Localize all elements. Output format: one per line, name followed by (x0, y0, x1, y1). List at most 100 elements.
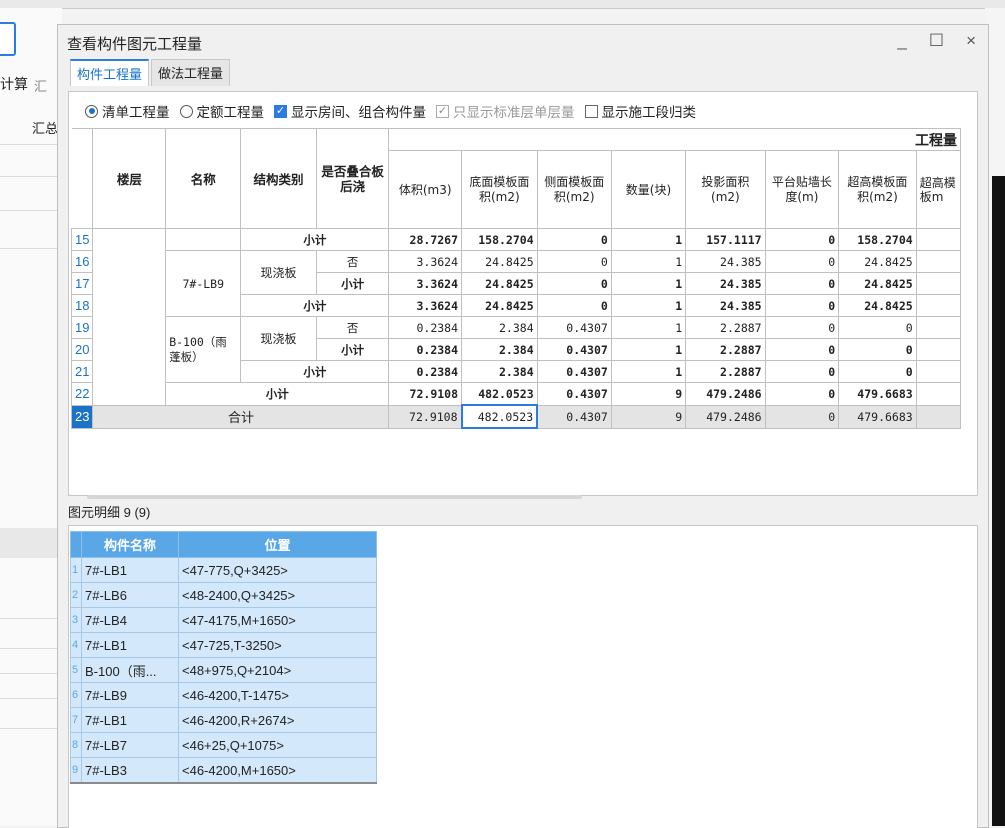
horizontal-scrollbar[interactable] (87, 495, 582, 499)
cell-qty: 9 (610, 404, 687, 429)
checkbox-show-room-label[interactable]: 显示房间、组合构件量 (291, 101, 426, 121)
detail-header-position[interactable]: 位置 (178, 531, 377, 558)
background-blue-button[interactable] (0, 22, 16, 56)
radio-quota-quantity[interactable] (179, 104, 193, 118)
table-row[interactable]: 15 小计 28.7267 158.2704 0 1 157.1117 0 15… (71, 228, 961, 406)
cell-volume: 0.2384 (388, 316, 463, 339)
cell-proj: 479.2486 (685, 382, 766, 406)
cell-qty: 1 (610, 228, 687, 251)
cell-subtotal: 小计 (240, 228, 390, 251)
detail-position: <46-4200,R+2674> (178, 707, 377, 733)
row-number: 17 (71, 272, 94, 295)
cell-wall: 0 (764, 250, 840, 273)
close-button[interactable]: × (966, 31, 976, 51)
list-item[interactable]: 6 7#-LB9 <46-4200,T-1475> (70, 682, 377, 708)
maximize-button[interactable]: ☐ (929, 31, 944, 51)
cell-bottom: 482.0523 (461, 382, 538, 406)
detail-position: <48-2400,Q+3425> (178, 582, 377, 608)
cell-volume: 3.3624 (388, 250, 463, 273)
header-struct[interactable]: 结构类别 (240, 128, 317, 229)
header-overlay[interactable]: 是否叠合板后浇 (315, 128, 390, 229)
detail-name: 7#-LB6 (81, 582, 179, 608)
row-number: 20 (71, 338, 94, 361)
cell-bottom-selected[interactable]: 482.0523 (460, 404, 539, 429)
detail-panel: 构件名称 位置 1 7#-LB1 <47-775,Q+3425> 2 7#-LB6 <4… (68, 525, 978, 828)
cell-volume: 72.9108 (388, 404, 463, 429)
cell-wall: 0 (764, 294, 840, 317)
row-number: 15 (71, 228, 94, 251)
row-number: 19 (71, 316, 94, 339)
header-super-formwork-2[interactable]: 超高模板m (915, 150, 961, 229)
cell-volume: 3.3624 (388, 272, 463, 295)
cell-bottom: 24.8425 (461, 294, 538, 317)
list-item[interactable]: 5 B-100（雨... <48+975,Q+2104> (70, 657, 377, 683)
cell-qty: 1 (610, 250, 687, 273)
header-volume[interactable]: 体积(m3) (388, 150, 463, 229)
header-wall-length[interactable]: 平台贴墙长度(m) (764, 150, 840, 229)
list-item[interactable]: 4 7#-LB1 <47-725,T-3250> (70, 632, 377, 658)
list-item[interactable]: 9 7#-LB3 <46-4200,M+1650> (70, 757, 377, 784)
table-row[interactable]: 16 7#-LB9 现浇板 否 3.3624 24.8425 0 1 24.38… (71, 250, 961, 317)
cell-volume: 28.7267 (388, 228, 463, 251)
cell-name (165, 228, 242, 251)
table-row[interactable]: 22 小计 72.9108 482.0523 0.4307 9 479.2486… (71, 382, 961, 406)
list-item[interactable]: 1 7#-LB1 <47-775,Q+3425> (70, 557, 377, 583)
cell-super: 158.2704 (838, 228, 917, 251)
radio-list-quantity-label[interactable]: 清单工程量 (102, 101, 170, 121)
detail-name: 7#-LB1 (81, 707, 179, 733)
background-label-hui: 汇 (34, 79, 48, 94)
detail-name: 7#-LB1 (81, 557, 179, 583)
table-row[interactable]: 19 B-100（雨蓬板） 现浇板 否 0.2384 2.384 0.4307 … (71, 316, 961, 383)
cell-super: 0 (838, 360, 917, 383)
checkbox-construction-section[interactable] (584, 104, 598, 118)
cell-super: 24.8425 (838, 294, 917, 317)
list-item[interactable]: 3 7#-LB4 <47-4175,M+1650> (70, 607, 377, 633)
header-floor[interactable]: 楼层 (92, 128, 167, 229)
row-number: 21 (71, 360, 94, 383)
cell-qty: 9 (610, 382, 687, 406)
tab-method-quantity[interactable]: 做法工程量 (151, 59, 231, 86)
radio-list-quantity[interactable] (85, 104, 98, 118)
checkbox-construction-section-label[interactable]: 显示施工段归类 (602, 101, 697, 121)
cell-bottom: 2.384 (461, 316, 538, 339)
cell-wall: 0 (764, 316, 840, 339)
cell-bottom: 24.8425 (461, 250, 538, 273)
tab-component-quantity[interactable]: 构件工程量 (70, 59, 150, 86)
detail-header-name[interactable]: 构件名称 (81, 531, 179, 558)
list-item[interactable]: 7 7#-LB1 <46-4200,R+2674> (70, 707, 377, 733)
header-projection-area[interactable]: 投影面积(m2) (685, 150, 766, 229)
cell-proj: 479.2486 (685, 404, 766, 429)
cell-overlay: 否 (315, 316, 390, 339)
cell-side: 0.4307 (536, 360, 612, 383)
cell-super: 24.8425 (838, 272, 917, 295)
header-quantity[interactable]: 数量(块) (610, 150, 687, 229)
cell-subtotal: 小计 (315, 338, 390, 361)
cell-super: 479.6683 (838, 404, 917, 429)
cell-subtotal: 小计 (315, 272, 390, 295)
cell-subtotal: 小计 (240, 360, 390, 383)
cell-subtotal: 小计 (240, 294, 390, 317)
header-side-formwork[interactable]: 侧面模板面积(m2) (536, 150, 612, 229)
header-bottom-formwork[interactable]: 底面模板面积(m2) (461, 150, 538, 229)
cell-qty: 1 (610, 338, 687, 361)
cell-total-label: 合计 (92, 404, 390, 429)
cell-wall: 0 (764, 382, 840, 406)
cell-volume: 0.2384 (388, 360, 463, 383)
row-number: 23 (71, 404, 94, 429)
checkbox-show-room[interactable]: ✓ (274, 104, 287, 118)
cell-side: 0.4307 (536, 382, 612, 406)
detail-position: <48+975,Q+2104> (178, 657, 377, 683)
detail-name: 7#-LB7 (81, 732, 179, 758)
radio-quota-quantity-label[interactable]: 定额工程量 (197, 101, 265, 121)
list-item[interactable]: 8 7#-LB7 <46+25,Q+1075> (70, 732, 377, 758)
tab-bar: 构件工程量 做法工程量 (70, 59, 232, 86)
detail-position: <46-4200,M+1650> (178, 757, 377, 784)
detail-position: <47-4175,M+1650> (178, 607, 377, 633)
total-row[interactable]: 23 合计 72.9108 482.0523 0.4307 9 479.2486… (71, 404, 961, 429)
minimize-button[interactable]: _ (897, 31, 906, 51)
header-name[interactable]: 名称 (165, 128, 242, 229)
quantity-panel: 清单工程量 定额工程量 ✓ 显示房间、组合构件量 ✓ 只显示标准层单层量 显示施… (68, 91, 978, 499)
header-super-formwork[interactable]: 超高模板面积(m2) (838, 150, 917, 229)
list-item[interactable]: 2 7#-LB6 <48-2400,Q+3425> (70, 582, 377, 608)
cell-side: 0 (536, 250, 612, 273)
